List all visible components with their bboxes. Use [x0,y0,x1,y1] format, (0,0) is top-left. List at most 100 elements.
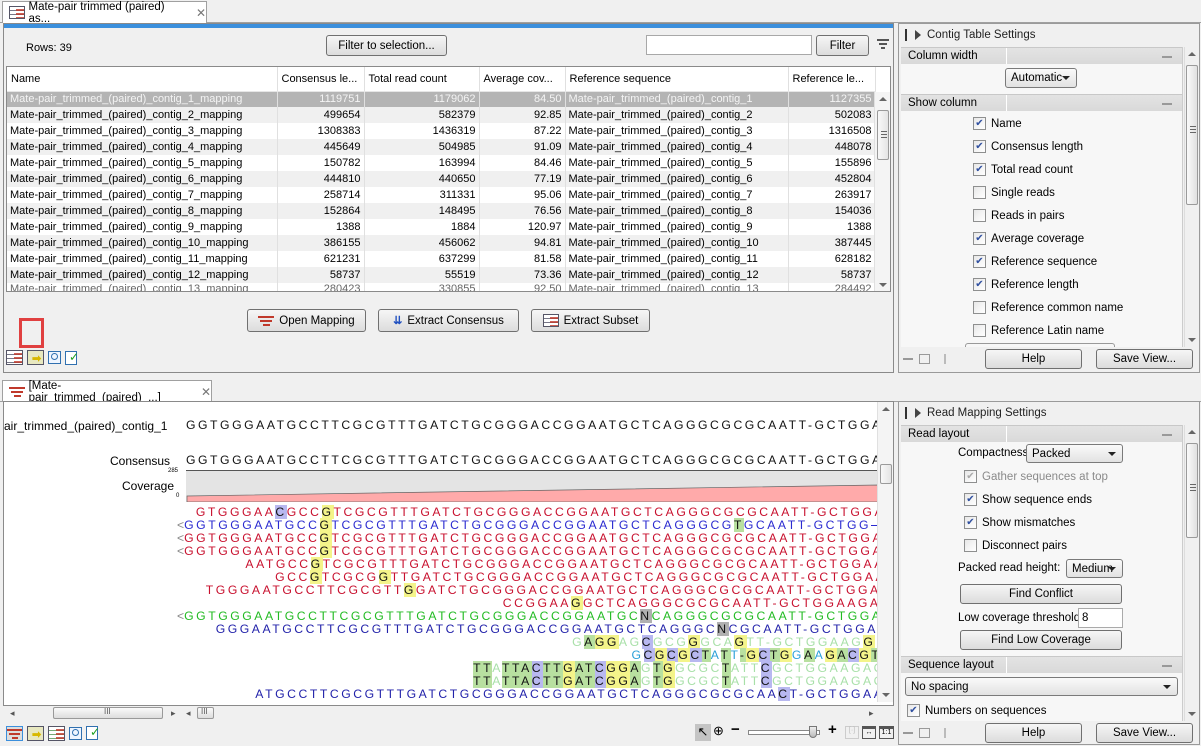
table-view-icon[interactable] [6,350,23,365]
show-column-checkbox[interactable]: Reference common name [973,296,1182,319]
table-row[interactable]: Mate-pair_trimmed_(paired)_contig_2_mapp… [7,107,876,123]
show-column-checkbox[interactable]: ✔ Total read count [973,158,1182,181]
checkbox-checked-icon[interactable]: ✔ [907,704,920,717]
help-button[interactable]: Help [985,349,1082,369]
column-header[interactable]: Name [7,67,278,92]
fit-width-icon[interactable]: ↔ [862,726,876,739]
scroll-down-icon[interactable] [879,283,887,287]
table-row[interactable]: Mate-pair_trimmed_(paired)_contig_3_mapp… [7,123,876,139]
zoom-100-icon[interactable]: 1:1 [879,726,894,739]
minimize-icon[interactable] [1162,665,1172,667]
mapping-view-icon[interactable] [6,725,23,741]
column-header[interactable]: Total read count [364,67,480,92]
expand-icon[interactable] [915,30,921,40]
move-view-icon[interactable]: ➡ [27,725,44,741]
show-column-checkbox[interactable]: ✔ Reference length [973,273,1182,296]
folder-icon[interactable] [919,354,930,364]
fit-selection-icon[interactable]: [·] [845,726,859,739]
sequence-layout-header[interactable]: Sequence layout [901,656,1182,673]
read-layout-checkbox[interactable]: Disconnect pairs [964,534,1182,557]
table-row[interactable]: Mate-pair_trimmed_(paired)_contig_1_mapp… [7,91,876,107]
dock-icon[interactable] [936,354,946,364]
table-row[interactable]: Mate-pair_trimmed_(paired)_contig_7_mapp… [7,187,876,203]
tab-read-mapping[interactable]: [Mate-pair_trimmed_(paired)_...] ✕ [2,380,212,404]
checkbox-unchecked-icon[interactable] [973,186,986,199]
sequence-horizontal-scrollbar[interactable]: ◂ III ▸ [183,706,894,720]
settings-title-bar[interactable]: Read Mapping Settings [899,402,1199,424]
table-row[interactable]: Mate-pair_trimmed_(paired)_contig_11_map… [7,251,876,267]
column-header[interactable]: Consensus le... [277,67,365,92]
extract-consensus-button[interactable]: ⇊ Extract Consensus [378,309,519,332]
show-column-checkbox[interactable]: ✔ Consensus length [973,135,1182,158]
save-view-button[interactable]: Save View... [1096,723,1193,743]
expand-icon[interactable] [915,408,921,418]
dock-icon[interactable] [936,728,946,738]
table-row[interactable]: Mate-pair_trimmed_(paired)_contig_6_mapp… [7,171,876,187]
show-column-checkbox[interactable]: Reads in pairs [973,204,1182,227]
low-coverage-input[interactable] [1078,608,1123,628]
compactness-dropdown[interactable]: Packed [1026,444,1123,463]
table-view-icon[interactable] [48,725,65,741]
find-low-coverage-button[interactable]: Find Low Coverage [960,630,1122,650]
read-mapping-view[interactable]: air_trimmed_(paired)_contig_1 GGTGGGAATG… [3,401,894,706]
checkbox-unchecked-icon[interactable] [973,324,986,337]
column-width-header[interactable]: Column width [901,47,1182,64]
minimize-icon[interactable] [1162,103,1172,105]
table-row[interactable]: Mate-pair_trimmed_(paired)_contig_4_mapp… [7,139,876,155]
read-layout-checkbox[interactable]: ✔ Gather sequences at top [964,465,1182,488]
show-column-checkbox[interactable]: ✔ Reference sequence [973,250,1182,273]
filter-button[interactable]: Filter [816,35,869,56]
checkbox-unchecked-icon[interactable] [964,539,977,552]
packed-read-height-dropdown[interactable]: Medium [1066,559,1123,578]
history-icon[interactable] [48,351,61,364]
history-icon[interactable] [69,726,82,740]
column-options-icon[interactable] [877,38,889,50]
scroll-thumb[interactable] [877,110,889,160]
numbers-on-sequences-checkbox[interactable]: ✔ Numbers on sequences [901,699,1182,721]
checkbox-unchecked-icon[interactable] [973,301,986,314]
checkbox-checked-icon[interactable]: ✔ [964,516,977,529]
zoom-in-icon[interactable]: + [828,721,837,738]
close-tab-icon[interactable]: ✕ [196,6,206,20]
settings-scrollbar[interactable] [1184,425,1199,721]
validation-icon[interactable]: ✓ [86,725,100,740]
mapping-vertical-scrollbar[interactable] [877,402,893,702]
show-column-checkbox[interactable]: Reference Latin name [973,319,1182,342]
table-row[interactable]: Mate-pair_trimmed_(paired)_contig_9_mapp… [7,219,876,235]
table-row[interactable]: Mate-pair_trimmed_(paired)_contig_12_map… [7,267,876,283]
close-tab-icon[interactable]: ✕ [201,385,211,399]
minimize-icon[interactable] [1162,56,1172,58]
checkbox-checked-icon[interactable]: ✔ [973,255,986,268]
checkbox-checked-icon[interactable]: ✔ [973,278,986,291]
scroll-up-icon[interactable] [879,97,887,101]
minimize-panel-icon[interactable] [903,732,913,734]
column-width-dropdown[interactable]: Automatic [1005,68,1077,88]
settings-scrollbar[interactable] [1184,47,1199,347]
read-layout-header[interactable]: Read layout [901,425,1182,442]
minimize-panel-icon[interactable] [903,358,913,360]
folder-icon[interactable] [919,728,930,738]
open-mapping-button[interactable]: Open Mapping [247,309,366,332]
save-view-button[interactable]: Save View... [1096,349,1193,369]
checkbox-checked-icon[interactable]: ✔ [964,470,977,483]
move-view-icon[interactable]: ➡ [27,350,44,365]
zoom-slider[interactable] [748,726,820,738]
column-header[interactable]: Average cov... [479,67,566,92]
column-header[interactable]: Reference sequence [565,67,789,92]
scroll-thumb[interactable]: III [53,707,163,719]
zoom-slider-handle[interactable] [809,726,817,738]
extract-subset-button[interactable]: Extract Subset [531,309,650,332]
read-row[interactable]: ATGCCTTCGCGTTTGATCTGCGGGACCGGAATGCTCAGGG… [255,687,893,701]
settings-title-bar[interactable]: Contig Table Settings [899,24,1199,46]
read-layout-checkbox[interactable]: ✔ Show sequence ends [964,488,1182,511]
show-column-header[interactable]: Show column [901,94,1182,111]
table-row[interactable]: Mate-pair_trimmed_(paired)_contig_10_map… [7,235,876,251]
checkbox-unchecked-icon[interactable] [973,209,986,222]
tab-contig-table[interactable]: Mate-pair trimmed (paired) as... ✕ [2,1,207,25]
minimize-icon[interactable] [1162,434,1172,436]
table-scrollbar[interactable] [874,92,890,291]
checkbox-checked-icon[interactable]: ✔ [973,163,986,176]
checkbox-checked-icon[interactable]: ✔ [973,140,986,153]
checkbox-checked-icon[interactable]: ✔ [973,232,986,245]
selection-tool-icon[interactable]: ↖ [695,724,711,741]
